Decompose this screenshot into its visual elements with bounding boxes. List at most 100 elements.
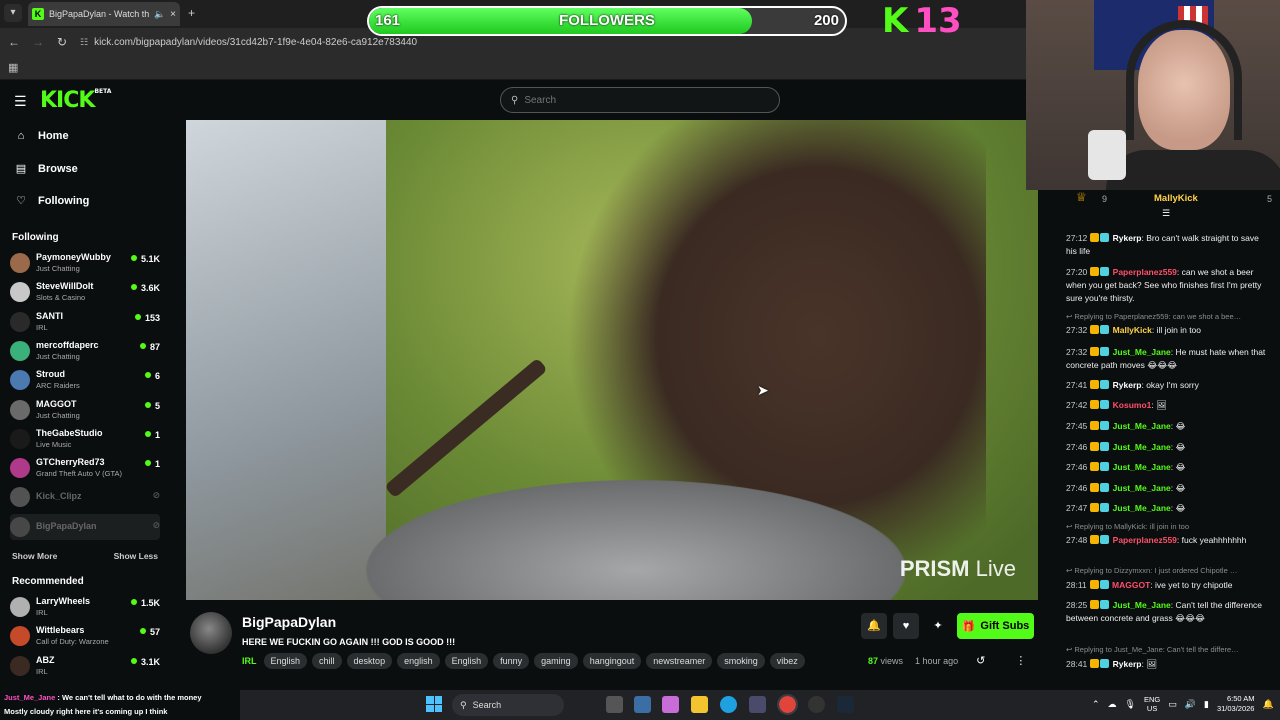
chat-message[interactable]: 27:41 Rykerp: okay I'm sorry [1066,379,1270,392]
share-icon[interactable]: ↺ [976,654,985,667]
chat-username[interactable]: Rykerp [1113,659,1142,669]
clock[interactable]: 6:50 AM 31/03/2026 [1217,694,1255,714]
chat-message[interactable]: 27:20 Paperplanez559: can we shot a beer… [1066,266,1270,305]
stream-tag[interactable]: gaming [534,653,578,669]
stream-tag[interactable]: desktop [346,653,393,669]
chat-username[interactable]: Rykerp [1113,380,1142,390]
following-channel[interactable]: SANTI IRL 153 [10,309,160,335]
chat-reply-context[interactable]: ↩ Replying to Paperplanez559: can we sho… [1066,312,1270,321]
following-channel[interactable]: PaymoneyWubby Just Chatting 5.1K [10,250,160,276]
chat-reply-context[interactable]: ↩ Replying to MallyKick: ill join in too [1066,522,1270,531]
chat-username[interactable]: Just_Me_Jane [1113,483,1171,493]
chat-message[interactable]: 27:45 Just_Me_Jane: 😂 [1066,420,1270,433]
stream-category[interactable]: IRL [242,656,257,666]
display-icon[interactable]: ▭ [1168,699,1177,710]
stream-tag[interactable]: English [444,653,489,669]
following-channel[interactable]: mercoffdaperc Just Chatting 87 [10,338,160,364]
chrome-icon[interactable] [777,694,798,715]
stream-tag[interactable]: english [397,653,440,669]
recommended-channel[interactable]: LarryWheels IRL 1.5K [10,594,160,620]
recommended-channel[interactable]: ABZ IRL 3.1K [10,653,160,679]
stream-tag[interactable]: funny [493,653,530,669]
tray-overflow-icon[interactable]: ⌃ [1092,699,1100,710]
more-options-icon[interactable]: ⋮ [1015,654,1026,667]
chat-username[interactable]: Just_Me_Jane [1113,347,1171,357]
settings-icon[interactable] [634,696,651,713]
offline-channel[interactable]: BigPapaDylan ⊘ [10,513,160,540]
copilot-icon[interactable] [662,696,679,713]
menu-icon[interactable]: ☰ [14,93,27,110]
kick-logo[interactable]: KICKBETA [40,88,111,113]
chat-username[interactable]: Rykerp [1113,233,1142,243]
chat-username[interactable]: Just_Me_Jane [1113,442,1171,452]
steam-icon[interactable] [837,696,854,713]
stream-tag[interactable]: hangingout [582,653,642,669]
reload-icon[interactable]: ↻ [50,35,74,49]
tab-search-icon[interactable]: ▾ [4,4,22,22]
language-indicator[interactable]: ENG US [1144,695,1160,713]
chat-reply-context[interactable]: ↩ Replying to Just_Me_Jane: Can't tell t… [1066,645,1270,654]
chat-message[interactable]: 27:32 MallyKick: ill join in too [1066,324,1270,337]
gift-subs-button[interactable]: 🎁 Gift Subs [957,613,1034,639]
mic-icon[interactable]: 🎙 [1125,699,1136,710]
chat-message[interactable]: 27:46 Just_Me_Jane: 😂 [1066,461,1270,474]
offline-channel[interactable]: Kick_Clipz ⊘ [10,484,160,510]
task-view-icon[interactable] [606,696,623,713]
site-info-icon[interactable]: ☷ [80,37,88,48]
edge-icon[interactable] [720,696,737,713]
sidebar-item-following[interactable]: ♡ Following [14,194,89,208]
stream-tag[interactable]: newstreamer [646,653,713,669]
show-more-button[interactable]: Show More [12,551,57,561]
new-tab-icon[interactable]: + [188,6,195,20]
following-channel[interactable]: MAGGOT Just Chatting 5 [10,397,160,423]
streamer-avatar[interactable] [190,612,232,654]
battery-icon[interactable]: ▮ [1204,699,1209,710]
chat-message[interactable]: 28:25 Just_Me_Jane: Can't tell the diffe… [1066,599,1270,625]
apps-grid-icon[interactable]: ▦ [8,61,18,74]
streamer-name[interactable]: BigPapaDylan [242,614,336,630]
chat-message[interactable]: 27:32 Just_Me_Jane: He must hate when th… [1066,346,1270,372]
chat-message[interactable]: 27:46 Just_Me_Jane: 😂 [1066,441,1270,454]
following-channel[interactable]: Stroud ARC Raiders 6 [10,367,160,393]
sparkle-button[interactable]: ✦ [925,613,951,639]
stream-tag[interactable]: chill [312,653,342,669]
taskbar-search[interactable]: ⚲ Search [452,694,564,716]
search-box[interactable]: ⚲ [500,87,780,113]
notification-icon[interactable]: 🔔 [1262,699,1273,710]
stream-tag[interactable]: English [263,653,308,669]
show-less-button[interactable]: Show Less [114,551,158,561]
audio-icon[interactable]: 🔈 [154,9,165,20]
chat-message[interactable]: 27:46 Just_Me_Jane: 😂 [1066,482,1270,495]
stream-tag[interactable]: vibez [769,653,805,669]
following-channel[interactable]: GTCherryRed73 Grand Theft Auto V (GTA) 1 [10,455,160,481]
file-explorer-icon[interactable] [691,696,708,713]
following-channel[interactable]: TheGabeStudio Live Music 1 [10,426,160,452]
chat-username[interactable]: Kosumo1 [1113,400,1152,410]
chat-username[interactable]: Just_Me_Jane [1113,600,1171,610]
chat-username[interactable]: Paperplanez559 [1113,535,1177,545]
chat-username[interactable]: Just_Me_Jane [1113,503,1171,513]
video-player[interactable]: PRISM Live ➤ [186,120,1038,600]
top-gifter[interactable]: MallyKick [1154,193,1198,204]
chat-message[interactable]: 28:11 MAGGOT: ive yet to try chipotle [1066,579,1270,592]
stream-tag[interactable]: smoking [717,653,765,669]
chat-message[interactable]: 27:42 Kosumo1: 🖼 [1066,399,1270,412]
store-icon[interactable] [749,696,766,713]
recommended-channel[interactable]: Wittlebears Call of Duty: Warzone 57 [10,623,160,649]
chat-username[interactable]: MallyKick [1113,325,1152,335]
sidebar-item-home[interactable]: ⌂ Home [14,130,69,142]
chat-message[interactable]: 27:48 Paperplanez559: fuck yeahhhhhhh [1066,534,1270,547]
chat-message[interactable]: 27:47 Just_Me_Jane: 😂 [1066,502,1270,515]
windows-start-icon[interactable] [426,696,442,712]
following-channel[interactable]: SteveWillDoIt Slots & Casino 3.6K [10,279,160,305]
obs-icon[interactable] [808,696,825,713]
chat-username[interactable]: MAGGOT [1112,580,1150,590]
chat-username[interactable]: Just_Me_Jane [1113,462,1171,472]
notification-bell-button[interactable]: 🔔 [861,613,887,639]
chat-reply-context[interactable]: ↩ Replying to Dizzymxxn: I just ordered … [1066,566,1270,575]
chat-username[interactable]: Just_Me_Jane [1113,421,1171,431]
chat-message[interactable]: 27:12 Rykerp: Bro can't walk straight to… [1066,232,1270,258]
chat-message[interactable]: 28:41 Rykerp: 🖼 [1066,658,1270,671]
back-icon[interactable]: ← [2,35,26,49]
chat-username[interactable]: Paperplanez559 [1113,267,1177,277]
